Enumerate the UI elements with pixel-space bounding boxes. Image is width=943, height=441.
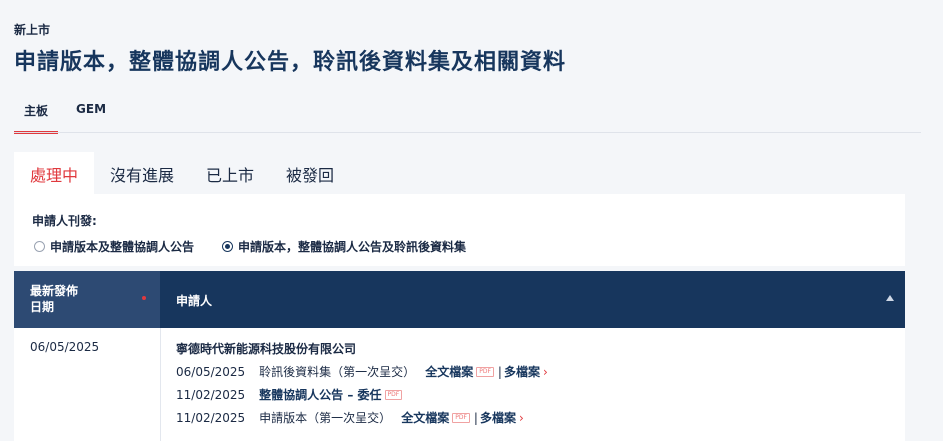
header-date-line2: 日期: [30, 300, 55, 314]
full-text-link[interactable]: 全文檔案: [401, 409, 449, 426]
filter-label: 申請人刊發:: [32, 214, 97, 228]
pdf-icon[interactable]: PDF: [452, 412, 470, 423]
document-date: 11/02/2025: [176, 410, 246, 425]
page-title: 申請版本，整體協調人公告，聆訊後資料集及相關資料: [14, 50, 567, 75]
radio-option-application-proof[interactable]: 申請版本及整體協調人公告: [34, 238, 194, 255]
separator: |: [497, 364, 502, 379]
radio-label: 申請版本，整體協調人公告及聆訊後資料集: [238, 240, 467, 254]
radio-label: 申請版本及整體協調人公告: [50, 240, 195, 254]
row-latest-date: 06/05/2025: [30, 340, 100, 354]
tab-processing[interactable]: 處理中: [14, 152, 95, 194]
document-row: 06/05/2025 聆訊後資料集（第一次呈交） 全文檔案 PDF | 多檔案 …: [176, 363, 548, 380]
document-date: 06/05/2025: [176, 364, 246, 379]
header-latest-date[interactable]: 最新發佈 日期: [14, 271, 160, 328]
header-applicant[interactable]: 申請人: [176, 292, 212, 309]
document-title-link[interactable]: 整體協調人公告 – 委任: [259, 386, 381, 403]
chevron-right-icon[interactable]: ›: [519, 411, 524, 425]
applications-table: 最新發佈 日期 申請人 06/05/2025 寧德時代新能源科技股份有限公司 0…: [14, 271, 905, 441]
status-tabs: 處理中 沒有進展 已上市 被發回: [14, 152, 350, 194]
tab-inactive[interactable]: 沒有進展: [94, 152, 190, 194]
table-header: 最新發佈 日期 申請人: [14, 271, 905, 328]
multi-file-link[interactable]: 多檔案: [480, 409, 516, 426]
breadcrumb: 新上市: [14, 23, 51, 37]
board-tabs: 主板 GEM: [14, 98, 116, 134]
header-date-line1: 最新發佈: [30, 284, 79, 298]
company-name: 寧德時代新能源科技股份有限公司: [176, 342, 357, 356]
document-title: 申請版本（第一次呈交）: [259, 411, 392, 425]
radio-option-phip[interactable]: 申請版本，整體協調人公告及聆訊後資料集: [222, 238, 466, 255]
tab-main-board[interactable]: 主板: [14, 98, 59, 134]
full-text-link[interactable]: 全文檔案: [425, 363, 473, 380]
radio-unchecked-icon[interactable]: [34, 241, 45, 252]
tab-listed[interactable]: 已上市: [190, 152, 270, 194]
document-row: 11/02/2025 申請版本（第一次呈交） 全文檔案 PDF | 多檔案 ›: [176, 409, 524, 426]
sort-ascending-icon[interactable]: [886, 295, 894, 301]
document-date: 11/02/2025: [176, 387, 246, 402]
table-row: 06/05/2025 寧德時代新能源科技股份有限公司 06/05/2025 聆訊…: [14, 328, 905, 441]
document-row: 11/02/2025 整體協調人公告 – 委任 PDF: [176, 386, 404, 403]
column-divider: [160, 328, 161, 441]
multi-file-link[interactable]: 多檔案: [504, 363, 540, 380]
document-title: 聆訊後資料集（第一次呈交）: [259, 365, 416, 379]
sort-indicator-icon: [142, 296, 146, 300]
pdf-icon[interactable]: PDF: [476, 366, 494, 377]
tab-gem[interactable]: GEM: [66, 98, 116, 134]
radio-checked-icon[interactable]: [222, 241, 234, 252]
board-tabs-divider: [14, 132, 921, 133]
filter-options: 申請版本及整體協調人公告 申請版本，整體協調人公告及聆訊後資料集: [34, 238, 494, 255]
filter-panel: 申請人刊發: 申請版本及整體協調人公告 申請版本，整體協調人公告及聆訊後資料集: [14, 194, 905, 266]
pdf-icon[interactable]: PDF: [384, 389, 403, 400]
separator: |: [473, 410, 478, 425]
tab-returned[interactable]: 被發回: [270, 152, 350, 194]
chevron-right-icon[interactable]: ›: [543, 365, 548, 379]
